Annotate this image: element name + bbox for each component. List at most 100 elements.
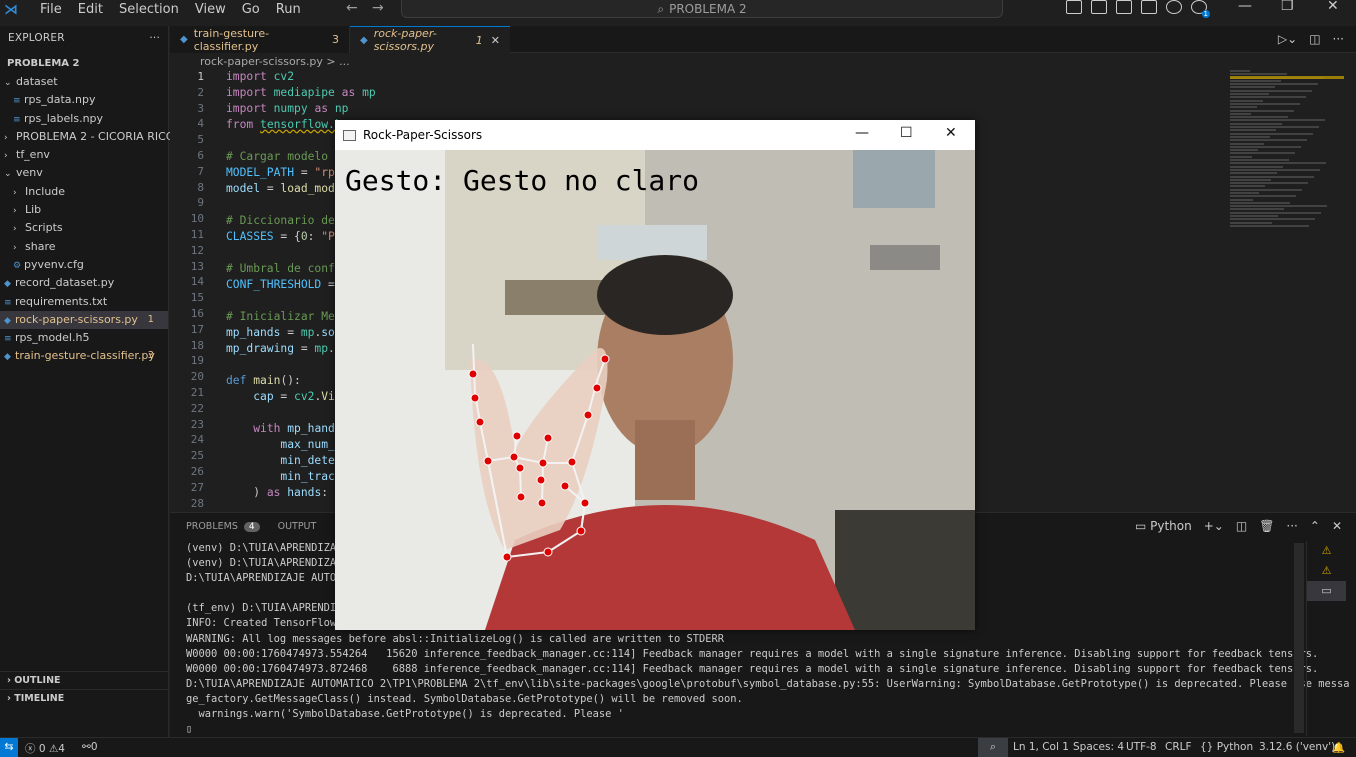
indentation[interactable]: Spaces: 4: [1073, 741, 1124, 753]
toggle-primary-sidebar-icon[interactable]: [1066, 0, 1082, 14]
menu-file[interactable]: File: [32, 3, 70, 17]
line-number: 9: [197, 196, 204, 210]
more-actions-icon[interactable]: ···: [1286, 519, 1297, 533]
tree-item[interactable]: ⌄ venv: [0, 164, 168, 182]
line-number: 1: [197, 70, 204, 83]
warning-icon[interactable]: ⚠: [1307, 561, 1346, 581]
tree-item[interactable]: › tf_env: [0, 146, 168, 164]
menu-edit[interactable]: Edit: [70, 3, 111, 17]
command-center-search[interactable]: ⌕ PROBLEMA 2: [401, 0, 1003, 18]
tree-item[interactable]: ≡ requirements.txt: [0, 293, 168, 311]
close-tab-icon[interactable]: ✕: [491, 34, 500, 47]
tree-item[interactable]: › share: [0, 238, 168, 256]
code-line: min_track: [280, 470, 342, 483]
tree-item[interactable]: ≡ rps_model.h5: [0, 329, 168, 347]
chevron-right-icon: ›: [13, 224, 17, 235]
notifications-bell-icon[interactable]: 🔔: [1332, 741, 1345, 754]
account-icon[interactable]: [1166, 0, 1182, 14]
tree-item[interactable]: › Include: [0, 183, 168, 201]
tree-item[interactable]: › PROBLEMA 2 - CICORIA RICCI: [0, 128, 177, 146]
minimap-line: [1230, 155, 1252, 158]
tree-item-label: Scripts: [25, 221, 63, 235]
vscode-logo-icon: ⋊: [4, 2, 18, 18]
minimap-line: [1230, 172, 1277, 175]
tree-item[interactable]: ≡ rps_data.npy: [0, 91, 168, 109]
file-icon: ≡: [4, 334, 12, 345]
minimap-line: [1230, 79, 1281, 82]
explorer-root-folder[interactable]: PROBLEMA 2: [0, 54, 168, 73]
chevron-right-icon: ›: [13, 206, 17, 217]
tree-item[interactable]: ≡ rps_labels.npy: [0, 110, 168, 128]
cv-close-icon[interactable]: ✕: [945, 125, 957, 141]
opencv-window[interactable]: Rock-Paper-Scissors — ☐ ✕ Gesto: Gesto n…: [335, 120, 975, 630]
tree-item[interactable]: ⌄ dataset: [0, 73, 168, 91]
tab-problems[interactable]: PROBLEMS 4: [186, 521, 260, 532]
split-terminal-icon[interactable]: ◫: [1236, 519, 1247, 533]
customize-layout-icon[interactable]: [1141, 0, 1157, 14]
chevron-down-icon: ⌄: [4, 169, 12, 180]
timeline-section[interactable]: › TIMELINE: [0, 689, 169, 707]
python-interpreter[interactable]: 3.12.6 ('venv'): [1259, 741, 1335, 753]
editor-tabs: ◆ train-gesture-classifier.py 3 ◆ rock-p…: [170, 26, 1356, 53]
minimap[interactable]: [1230, 70, 1346, 230]
split-editor-icon[interactable]: ◫: [1309, 32, 1320, 46]
tree-item[interactable]: ⚙ pyvenv.cfg: [0, 256, 168, 274]
terminal-instance-icon[interactable]: ▭: [1307, 581, 1346, 601]
toggle-secondary-sidebar-icon[interactable]: [1116, 0, 1132, 14]
tree-item[interactable]: ◆ rock-paper-scissors.py 1: [0, 310, 168, 330]
terminal-scrollbar[interactable]: [1294, 543, 1304, 733]
manage-gear-icon[interactable]: 1: [1191, 0, 1210, 18]
explorer-more-icon[interactable]: ···: [149, 32, 160, 44]
tab-train-gesture-classifier[interactable]: ◆ train-gesture-classifier.py 3: [170, 26, 350, 53]
menu-view[interactable]: View: [187, 3, 234, 17]
zoom-icon[interactable]: ⌕: [978, 738, 1008, 757]
menu-selection[interactable]: Selection: [111, 3, 187, 17]
minimize-window-icon[interactable]: —: [1238, 0, 1252, 14]
restore-window-icon[interactable]: ❐: [1281, 0, 1294, 14]
breadcrumb[interactable]: rock-paper-scissors.py > ...: [200, 55, 350, 68]
end-of-line[interactable]: CRLF: [1165, 741, 1192, 753]
back-arrow-icon[interactable]: ←: [346, 0, 358, 16]
tab-rock-paper-scissors[interactable]: ◆ rock-paper-scissors.py 1 ✕: [350, 26, 510, 53]
window-app-icon: [343, 129, 356, 141]
cv-maximize-icon[interactable]: ☐: [900, 125, 913, 141]
line-number: 4: [197, 117, 204, 131]
menu-run[interactable]: Run: [268, 3, 309, 17]
chevron-right-icon: ›: [4, 151, 8, 162]
terminal-line: ▯: [186, 723, 193, 736]
explorer-sidebar: EXPLORER ··· PROBLEMA 2 ⌄ dataset ≡ rps_dat…: [0, 26, 177, 757]
kill-terminal-icon[interactable]: 🗑: [1259, 519, 1274, 533]
tree-item[interactable]: › Lib: [0, 201, 168, 219]
warning-icon[interactable]: ⚠: [1307, 541, 1346, 561]
new-terminal-icon[interactable]: +⌄: [1204, 519, 1224, 533]
maximize-panel-icon[interactable]: ⌃: [1310, 519, 1320, 533]
remote-indicator-icon[interactable]: ⇆: [0, 738, 18, 757]
terminal-shell-selector[interactable]: ▭ Python: [1135, 519, 1192, 533]
tree-item-label: pyvenv.cfg: [24, 257, 84, 271]
terminal-line: warnings.warn('SymbolDatabase.GetPrototy…: [186, 708, 624, 721]
cv-window-titlebar[interactable]: Rock-Paper-Scissors: [335, 120, 975, 150]
minimap-line: [1230, 116, 1288, 119]
title-bar: ⋊ File Edit Selection View Go Run ← → ⌕ …: [0, 0, 1356, 20]
outline-section[interactable]: › OUTLINE: [0, 671, 169, 689]
encoding[interactable]: UTF-8: [1126, 741, 1157, 753]
more-actions-icon[interactable]: ···: [1333, 32, 1344, 46]
language-mode[interactable]: {} Python: [1200, 741, 1253, 753]
menu-go[interactable]: Go: [234, 3, 268, 17]
tab-output[interactable]: OUTPUT: [278, 521, 317, 532]
problems-status[interactable]: ⓧ 0 ⚠4: [25, 741, 65, 756]
ports-status[interactable]: ⚯0: [82, 741, 98, 753]
run-file-icon[interactable]: ▷⌄: [1278, 32, 1297, 46]
tree-item[interactable]: ◆ train-gesture-classifier.py 3: [0, 347, 168, 365]
forward-arrow-icon[interactable]: →: [372, 0, 384, 16]
toggle-panel-icon[interactable]: [1091, 0, 1107, 14]
minimap-line: [1230, 215, 1278, 218]
minimap-line: [1230, 112, 1251, 115]
cv-minimize-icon[interactable]: —: [855, 125, 869, 141]
tree-item[interactable]: ◆ record_dataset.py: [0, 274, 168, 292]
close-panel-icon[interactable]: ✕: [1332, 519, 1342, 533]
tree-item[interactable]: › Scripts: [0, 219, 168, 237]
cursor-position[interactable]: Ln 1, Col 1: [1013, 741, 1069, 753]
close-window-icon[interactable]: ✕: [1327, 0, 1339, 14]
command-center-label: PROBLEMA 2: [669, 2, 747, 16]
